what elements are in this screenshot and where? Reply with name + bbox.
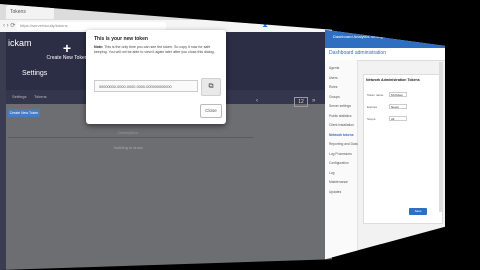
right-sidebar: Agents Users Roles Groups Server settings Pub… — [325, 60, 358, 260]
modal-note: Note: This is the only time you can see … — [94, 45, 218, 55]
user-menu[interactable]: 👤 Donny Sandino ▾ — [262, 22, 308, 28]
subnav-tokens[interactable]: Tokens — [34, 94, 47, 99]
app-logo: ickam — [8, 38, 32, 48]
pager-current[interactable]: 12 — [294, 97, 308, 107]
sidebar-item[interactable]: Reporting and Data — [329, 142, 358, 146]
token-value-field[interactable]: 00000000-0000-0000-0000-000000000000 — [94, 80, 198, 92]
sidebar-item[interactable]: Agents — [329, 66, 339, 70]
empty-message: Nothing to show — [114, 145, 143, 150]
sidebar-item[interactable]: Updates — [329, 190, 341, 194]
sidebar-item[interactable]: Public statistics — [329, 114, 352, 118]
settings-card-title: Network Administration Tokens — [366, 78, 420, 82]
sidebar-item[interactable]: Configuration — [329, 161, 349, 165]
sidebar-item[interactable]: Log — [329, 171, 335, 175]
pager-next[interactable]: » — [312, 98, 315, 104]
right-top-nav[interactable]: Dashboard Analytics Settings — [333, 34, 385, 39]
note-text: This is the only time you can see the to… — [94, 45, 215, 54]
right-page-title: Dashboard administration — [329, 50, 386, 56]
create-token-label: Create New Token — [46, 55, 88, 61]
copy-button[interactable]: ⧉ — [201, 78, 221, 96]
sidebar-item[interactable]: Groups — [329, 95, 340, 99]
create-token-action[interactable]: + Create New Token — [42, 40, 92, 61]
field-label: Scope — [367, 117, 376, 121]
url-field[interactable]: https://server/acuity/tokens — [16, 22, 166, 30]
right-topbar — [325, 29, 445, 48]
subnav-settings[interactable]: Settings — [12, 94, 26, 99]
sidebar-item[interactable]: Roles — [329, 85, 337, 89]
save-button[interactable]: Save — [409, 208, 427, 215]
sidebar-item[interactable]: Network tokens — [329, 133, 354, 137]
create-token-button[interactable]: Create New Token — [8, 109, 40, 117]
browser-tab[interactable]: Tokens — [6, 5, 54, 19]
field-input[interactable]: All — [389, 116, 407, 121]
close-button[interactable]: Close — [200, 104, 222, 118]
field-input[interactable]: MyToken — [389, 92, 407, 97]
sidebar-item[interactable]: Log Processors — [329, 152, 352, 156]
back-forward-icon[interactable]: ‹ › ⟳ — [3, 22, 15, 29]
sidebar-item[interactable]: Users — [329, 76, 338, 80]
pager-prev[interactable]: ‹ — [256, 98, 258, 104]
field-label: Expires — [367, 105, 378, 109]
table-header-label: Description — [118, 130, 139, 135]
new-token-modal: This is your new token Note: This is the… — [86, 30, 226, 124]
sidebar-item[interactable]: Server settings — [329, 104, 351, 108]
copy-icon: ⧉ — [208, 83, 214, 90]
field-label: Token name — [367, 93, 384, 97]
scrollbar[interactable] — [439, 62, 443, 212]
user-icon: 👤 — [262, 22, 270, 28]
sidebar-item[interactable]: Maintenance — [329, 180, 348, 184]
note-label: Note: — [94, 45, 104, 49]
chevron-down-icon: ▾ — [303, 22, 308, 28]
modal-title: This is your new token — [94, 36, 148, 42]
user-name: Donny Sandino — [269, 22, 304, 28]
sidebar-item[interactable]: Client installation — [329, 123, 354, 127]
right-browser-window: Dashboard Analytics Settings Dashboard a… — [325, 29, 445, 260]
plus-icon: + — [62, 40, 72, 56]
field-input[interactable]: Never — [389, 104, 407, 109]
page-title: Settings — [22, 70, 48, 77]
left-browser-window: Tokens ‹ › ⟳ https://server/acuity/token… — [0, 4, 332, 270]
